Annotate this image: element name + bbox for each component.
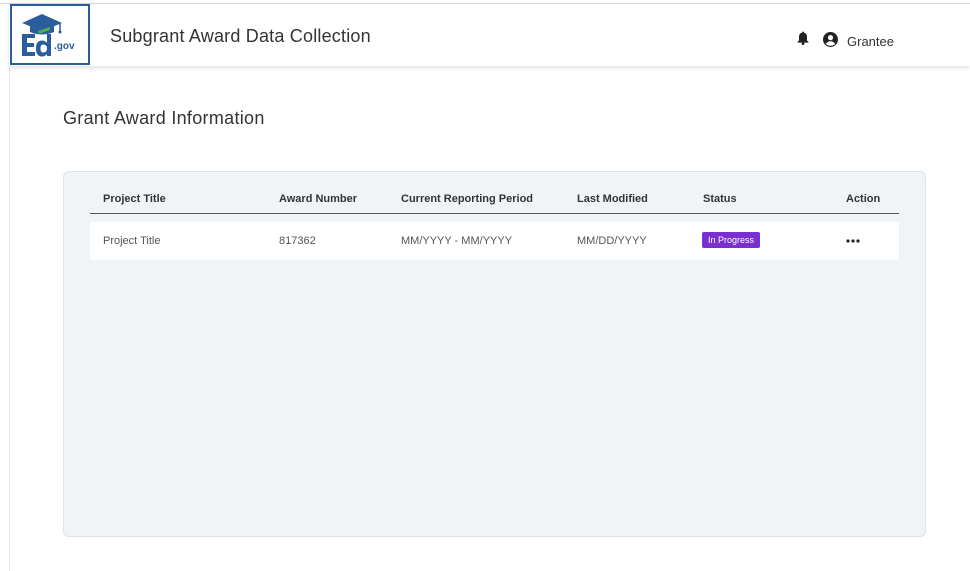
user-name[interactable]: Grantee — [847, 34, 894, 49]
ed-gov-logo[interactable]: .gov — [10, 4, 90, 65]
column-header-award-number: Award Number — [279, 193, 358, 205]
column-header-action: Action — [846, 193, 881, 205]
cell-award-number: 817362 — [279, 235, 316, 247]
left-border — [9, 66, 10, 571]
bell-icon[interactable] — [797, 31, 809, 50]
cell-last-modified: MM/DD/YYYY — [577, 235, 647, 247]
column-header-reporting-period: Current Reporting Period — [401, 193, 534, 205]
column-header-project-title: Project Title — [103, 193, 166, 205]
cell-project-title[interactable]: Project Title — [103, 235, 160, 247]
cell-reporting-period: MM/YYYY - MM/YYYY — [401, 235, 513, 247]
column-header-last-modified: Last Modified — [577, 193, 648, 205]
column-header-status: Status — [703, 193, 737, 205]
page-title: Grant Award Information — [63, 108, 265, 128]
status-badge: In Progress — [702, 232, 761, 248]
table-row[interactable]: Project Title 817362 MM/YYYY - MM/YYYY M… — [90, 222, 899, 260]
app-title: Subgrant Award Data Collection — [110, 26, 371, 46]
user-circle-icon[interactable] — [823, 32, 838, 52]
table-header: Project Title Award Number Current Repor… — [90, 186, 899, 214]
logo-text: .gov — [54, 41, 75, 52]
more-horizontal-icon[interactable] — [845, 234, 861, 246]
ed-gov-logo-icon — [22, 14, 62, 57]
app-header: .gov Subgrant Award Data Collection Gran… — [9, 4, 970, 66]
